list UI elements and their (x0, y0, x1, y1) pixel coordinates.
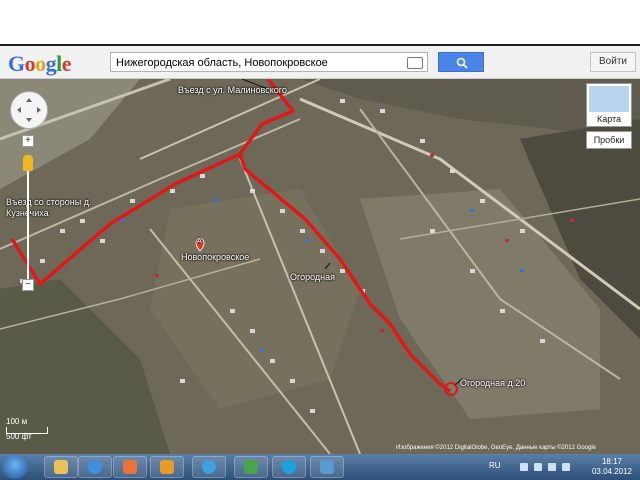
scale-bar: 100 м 500 фт (6, 417, 48, 441)
media-player-icon (123, 460, 137, 474)
taskbar-explorer[interactable] (44, 456, 78, 478)
place-marker-letter[interactable]: A (197, 238, 202, 245)
traffic-button[interactable]: Пробки (586, 131, 632, 149)
keyboard-icon[interactable] (407, 57, 423, 69)
scale-metric: 100 м (6, 417, 28, 426)
google-maps-header: Google Нижегородская область, Новопокров… (0, 46, 640, 79)
language-indicator[interactable]: RU (489, 461, 501, 470)
taskbar-ie[interactable] (78, 456, 112, 478)
street-label: Огородная (290, 272, 336, 282)
taskbar-media-player[interactable] (113, 456, 147, 478)
photo-viewer-icon (320, 460, 334, 474)
ie-icon (88, 460, 102, 474)
map-type-label: Карта (596, 114, 622, 124)
taskbar-skype[interactable] (272, 456, 306, 478)
clock-time: 18:17 (601, 457, 623, 466)
pan-arrows-icon (17, 98, 41, 122)
tray-flag-icon[interactable] (534, 463, 542, 471)
skype-icon (282, 460, 296, 474)
search-button[interactable] (438, 52, 484, 72)
system-clock[interactable]: 18:17 03.04.2012 (588, 457, 636, 477)
map-attribution: Изображения ©2012 DigitalGlobe, GeoEye, … (396, 445, 596, 451)
destination-label: Огородная д.20 (460, 378, 526, 388)
tray-up-arrow-icon[interactable] (520, 463, 528, 471)
map-type-button[interactable]: Карта (586, 83, 632, 127)
outlook-icon (160, 460, 174, 474)
taskbar-ie-2[interactable] (192, 456, 226, 478)
blank-top-area (0, 0, 640, 46)
windows-taskbar: RU 18:17 03.04.2012 (0, 454, 640, 480)
taskbar-outlook[interactable] (150, 456, 184, 478)
zoom-out-button[interactable]: − (22, 279, 34, 291)
zoom-in-button[interactable]: + (22, 135, 34, 147)
explorer-icon (54, 460, 68, 474)
login-button[interactable]: Войти (590, 52, 636, 72)
map-thumbnail-icon (589, 86, 629, 112)
lync-icon (244, 460, 258, 474)
search-input-value: Нижегородская область, Новопокровское (116, 57, 328, 69)
tray-volume-icon[interactable] (562, 463, 570, 471)
zoom-slider-track[interactable] (27, 161, 29, 279)
satellite-map[interactable]: Въезд с ул. Малиновского Въезд со сторон… (0, 79, 640, 454)
entry-north-label: Въезд с ул. Малиновского (178, 85, 287, 95)
taskbar-photo-viewer[interactable] (310, 456, 344, 478)
clock-date: 03.04.2012 (591, 467, 633, 476)
street-view-pegman-icon[interactable] (23, 155, 33, 171)
pan-control[interactable] (10, 91, 48, 129)
tray-network-icon[interactable] (548, 463, 556, 471)
search-icon (456, 57, 468, 69)
ie-icon (202, 460, 216, 474)
google-logo[interactable]: Google (8, 51, 72, 77)
start-button[interactable] (2, 455, 28, 479)
place-name-label: Новопокровское (181, 252, 250, 262)
taskbar-lync[interactable] (234, 456, 268, 478)
satellite-imagery (0, 79, 640, 454)
search-input[interactable]: Нижегородская область, Новопокровское (110, 52, 428, 72)
